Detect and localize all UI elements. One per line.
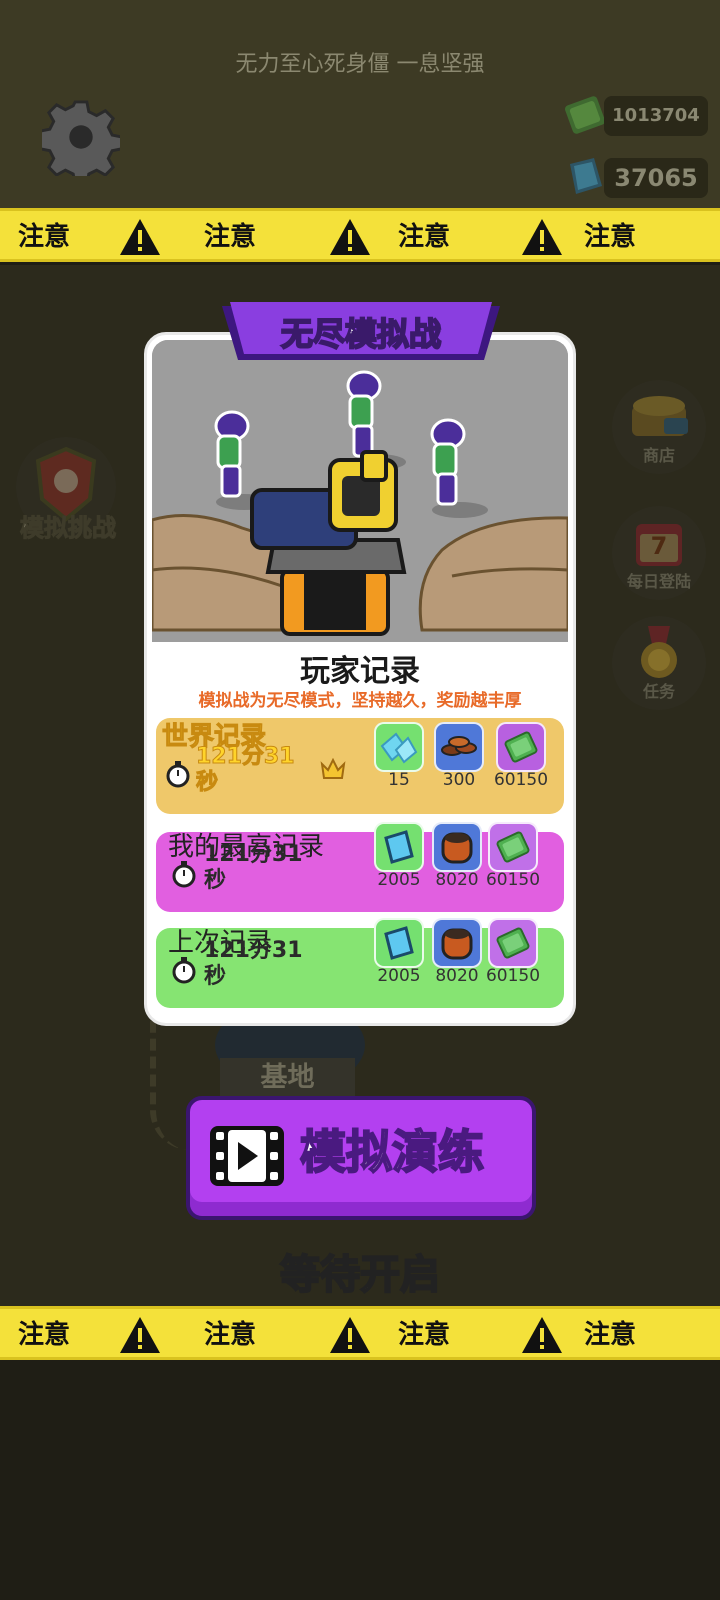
reward-gem: [374, 822, 424, 872]
reward-cash: [488, 822, 538, 872]
best-record-row: 我的最高记录 121分31秒 2005 8020 60150: [156, 822, 564, 912]
reward-coin-jar: [432, 822, 482, 872]
caution-text: 注意: [584, 222, 637, 252]
video-play-icon: [210, 1126, 284, 1186]
reward-gold-coins: [434, 722, 484, 772]
tasks-label: 任务: [642, 682, 675, 701]
caution-text: 注意: [398, 222, 451, 252]
last-record-row: 上次记录 121分31秒 2005 8020 60150: [156, 918, 564, 1008]
coin-jar-icon: [441, 928, 473, 960]
coin-jar-icon: [441, 832, 473, 864]
base-label: 基地: [220, 1058, 355, 1098]
caution-text: 注意: [398, 1320, 451, 1350]
daily-login-label: 每日登陆: [626, 572, 691, 591]
warning-icon: [522, 219, 562, 255]
world-record-row: 世界记录 121分31秒 15 300 60150: [156, 718, 564, 814]
reward-value: 60150: [485, 966, 541, 986]
reward-gem-bundle: [374, 722, 424, 772]
warning-icon: [120, 219, 160, 255]
reward-value: 300: [442, 770, 476, 790]
gem-icon: [384, 926, 414, 960]
daily-login-day: 7: [650, 532, 668, 560]
last-record-time: 121分31秒: [204, 938, 303, 989]
gem-bundle-icon: [380, 732, 418, 764]
reward-value: 60150: [485, 870, 541, 890]
reward-value: 60150: [493, 770, 549, 790]
turret-scene-image: [152, 340, 568, 642]
reward-gem: [374, 918, 424, 968]
gem-icon: [384, 830, 414, 864]
records-title: 玩家记录: [300, 654, 420, 689]
daily-login-button[interactable]: 7 每日登陆: [612, 506, 706, 600]
caution-text: 注意: [18, 1320, 71, 1350]
header-subtitle: 无力至心死身僵 一息坚强: [235, 52, 485, 77]
gear-icon[interactable]: [42, 98, 120, 176]
caution-text: 注意: [204, 222, 257, 252]
warning-icon: [120, 1317, 160, 1353]
records-subtitle: 模拟战为无尽模式，坚持越久，奖励越丰厚: [198, 691, 522, 711]
shop-label: 商店: [642, 446, 675, 465]
medal-icon: [641, 626, 677, 678]
cash-stack-icon: [496, 831, 530, 863]
cash-counter: 1013704: [560, 90, 710, 142]
status-label: 等待开启: [279, 1251, 441, 1299]
shop-icon: [632, 396, 688, 436]
crown-icon: [320, 758, 346, 779]
warning-icon: [330, 1317, 370, 1353]
gem-value: 37065: [604, 158, 708, 198]
caution-tape-top: 注意 注意 注意 注意: [0, 208, 720, 262]
gem-counter: 37065: [560, 152, 710, 204]
gem-icon: [570, 158, 602, 194]
card-title: 无尽模拟战: [280, 314, 442, 354]
stopwatch-icon: [172, 957, 196, 984]
cash-stack-icon: [504, 731, 538, 763]
reward-coin-jar: [432, 918, 482, 968]
best-record-time: 121分31秒: [204, 842, 303, 893]
caution-text: 注意: [18, 222, 71, 252]
cash-value: 1013704: [604, 96, 708, 136]
caution-tape-bottom: 注意 注意 注意 注意: [0, 1306, 720, 1360]
warning-icon: [522, 1317, 562, 1353]
reward-cash: [488, 918, 538, 968]
caution-text: 注意: [584, 1320, 637, 1350]
reward-cash: [496, 722, 546, 772]
coin-stack-icon: [441, 736, 477, 756]
scene-illustration: [152, 340, 568, 642]
caution-text: 注意: [204, 1320, 257, 1350]
stopwatch-icon: [172, 861, 196, 888]
tasks-button[interactable]: 任务: [612, 616, 706, 710]
shop-button[interactable]: 商店: [612, 380, 706, 474]
cash-stack-icon: [496, 927, 530, 959]
world-record-time: 121分31秒: [196, 744, 296, 796]
cash-icon: [565, 96, 605, 134]
warning-icon: [330, 219, 370, 255]
start-simulation-label[interactable]: 模拟演练: [299, 1120, 520, 1184]
stopwatch-icon: [166, 761, 190, 788]
simulate-challenge-label[interactable]: 模拟挑战: [6, 508, 130, 543]
